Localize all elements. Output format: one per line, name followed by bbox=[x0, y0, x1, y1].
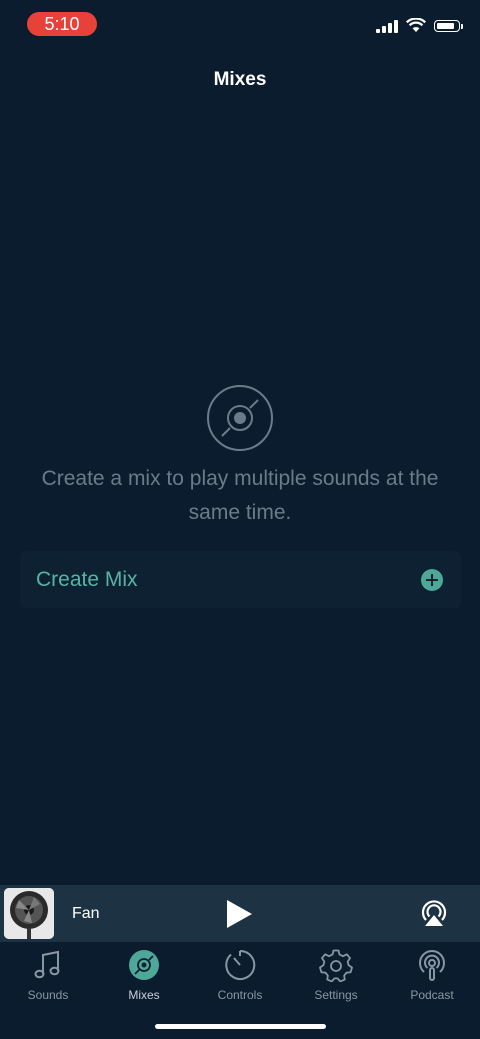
tab-controls-label: Controls bbox=[217, 988, 263, 1002]
page-title: Mixes bbox=[213, 69, 267, 90]
podcast-icon bbox=[419, 950, 445, 981]
tab-controls[interactable]: Controls bbox=[192, 948, 288, 1008]
battery-icon bbox=[434, 19, 463, 32]
track-title: Fan bbox=[72, 905, 100, 922]
tab-mixes[interactable]: Mixes bbox=[96, 948, 192, 1008]
tab-settings[interactable]: Settings bbox=[288, 948, 384, 1008]
play-icon[interactable] bbox=[224, 899, 254, 929]
tab-podcast[interactable]: Podcast bbox=[384, 948, 480, 1008]
tab-sounds-label: Sounds bbox=[27, 988, 69, 1002]
home-indicator[interactable] bbox=[155, 1024, 326, 1029]
fan-artwork-icon bbox=[4, 888, 54, 939]
create-mix-button[interactable]: Create Mix bbox=[20, 551, 461, 608]
tab-mixes-label: Mixes bbox=[128, 988, 160, 1002]
tab-sounds[interactable]: Sounds bbox=[0, 948, 96, 1008]
now-playing-bar[interactable]: Fan bbox=[0, 885, 480, 942]
tab-settings-label: Settings bbox=[314, 988, 358, 1002]
wifi-icon bbox=[406, 18, 426, 32]
disc-icon bbox=[129, 950, 159, 980]
plus-circle-icon[interactable] bbox=[421, 569, 443, 591]
gear-icon bbox=[319, 949, 353, 982]
create-mix-label: Create Mix bbox=[36, 568, 138, 591]
empty-state-message: Create a mix to play multiple sounds at … bbox=[41, 467, 439, 524]
cellular-signal-icon bbox=[376, 19, 398, 33]
status-time: 5:10 bbox=[27, 12, 97, 36]
tab-podcast-label: Podcast bbox=[410, 988, 454, 1002]
status-bar: 5:10 bbox=[0, 0, 480, 48]
track-artwork bbox=[4, 888, 54, 939]
timer-icon bbox=[225, 949, 256, 980]
status-icons bbox=[376, 18, 463, 33]
disc-icon bbox=[207, 385, 273, 451]
music-note-icon bbox=[34, 950, 60, 979]
airplay-icon[interactable] bbox=[418, 898, 450, 930]
